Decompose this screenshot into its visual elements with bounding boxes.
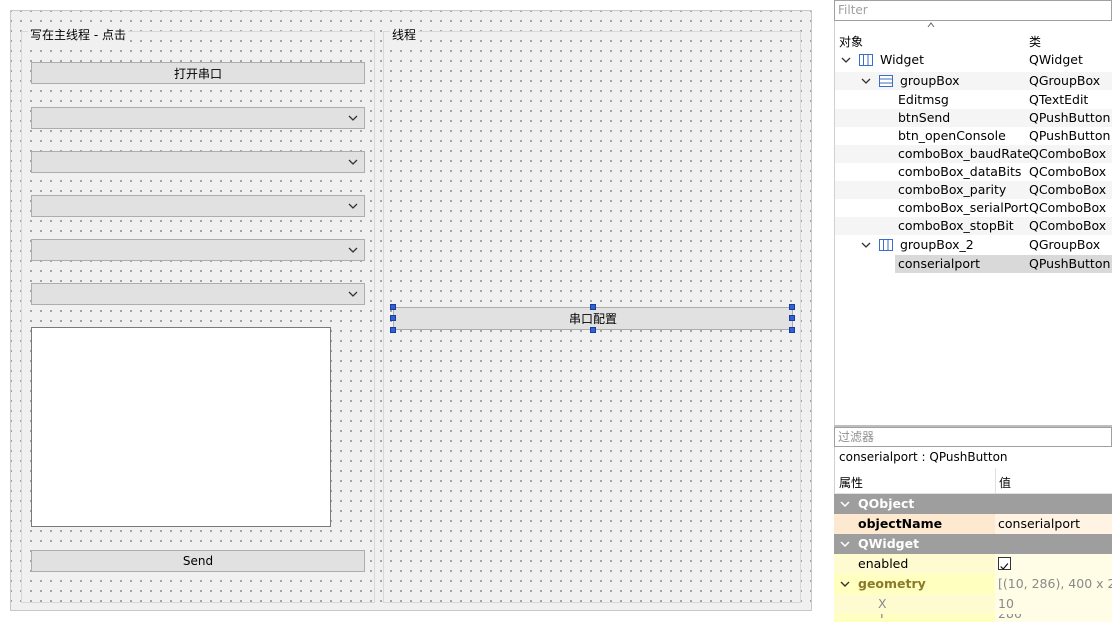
combobox-data-bits[interactable] (31, 195, 365, 217)
resize-handle[interactable] (390, 327, 396, 333)
chevron-down-icon[interactable] (840, 499, 850, 509)
combobox-serial-port[interactable] (31, 107, 365, 129)
property-geometry-x[interactable]: X 10 (834, 594, 1112, 614)
property-geometry[interactable]: geometry [(10, 286), 400 x 24] (834, 574, 1112, 594)
sort-ascending-icon (927, 22, 935, 28)
resize-handle[interactable] (590, 327, 596, 333)
tree-item-editmsg[interactable]: Editmsg QTextEdit (835, 91, 1112, 109)
object-tree-header: 对象 类 (834, 21, 1112, 51)
groupbox-title: 写在主线程 - 点击 (28, 26, 128, 43)
resize-handle[interactable] (390, 315, 396, 321)
column-property[interactable]: 属性 (839, 474, 863, 491)
resize-handle[interactable] (590, 304, 596, 310)
hbox-layout-icon (859, 54, 873, 66)
property-enabled[interactable]: enabled (834, 554, 1112, 574)
enabled-checkbox[interactable] (998, 557, 1011, 570)
tree-item-btnsend[interactable]: btnSend QPushButton (835, 109, 1112, 127)
property-objectname[interactable]: objectName conserialport (834, 514, 1112, 534)
tree-item-conserialport[interactable]: conserialport QPushButton (835, 255, 1112, 273)
chevron-down-icon (348, 247, 358, 253)
geometry-y-value[interactable]: 286 (998, 614, 1022, 622)
property-geometry-y[interactable]: Y 286 (834, 614, 1112, 622)
combobox-stop-bit[interactable] (31, 283, 365, 305)
tree-item-combobox-databits[interactable]: comboBox_dataBits QComboBox (835, 163, 1112, 181)
editmsg-text-edit[interactable] (31, 327, 331, 527)
column-value[interactable]: 值 (999, 474, 1011, 491)
property-filter-input[interactable]: 过滤器 (834, 427, 1112, 447)
column-object[interactable]: 对象 (839, 33, 863, 50)
tree-item-groupbox-2[interactable]: groupBox_2 QGroupBox (835, 236, 1112, 254)
combobox-parity[interactable] (31, 239, 365, 261)
tree-item-combobox-stopbit[interactable]: comboBox_stopBit QComboBox (835, 217, 1112, 235)
chevron-down-icon[interactable] (841, 55, 851, 65)
section-qwidget[interactable]: QWidget (834, 534, 1112, 554)
chevron-down-icon[interactable] (861, 240, 871, 250)
chevron-down-icon[interactable] (861, 76, 871, 86)
section-qobject[interactable]: QObject (834, 494, 1112, 514)
resize-handle[interactable] (789, 304, 795, 310)
chevron-down-icon (348, 159, 358, 165)
objectname-value[interactable]: conserialport (995, 514, 1112, 534)
chevron-down-icon[interactable] (840, 579, 850, 589)
chevron-down-icon (348, 115, 358, 121)
chevron-down-icon (348, 203, 358, 209)
checkmark-icon (1000, 563, 1009, 570)
object-tree: Widget QWidget groupBox QGroupBox Editms… (834, 51, 1112, 425)
resize-handle[interactable] (789, 327, 795, 333)
open-console-button[interactable]: 打开串口 (31, 62, 365, 84)
resize-handle[interactable] (390, 304, 396, 310)
geometry-value[interactable]: [(10, 286), 400 x 24] (998, 574, 1112, 594)
vbox-layout-icon (879, 75, 893, 87)
tree-item-combobox-serialport[interactable]: comboBox_serialPort QComboBox (835, 199, 1112, 217)
form-canvas[interactable]: 写在主线程 - 点击 线程 打开串口 Send 串口配置 (10, 10, 812, 611)
column-class[interactable]: 类 (1029, 33, 1041, 50)
tree-item-btn-openconsole[interactable]: btn_openConsole QPushButton (835, 127, 1112, 145)
tree-item-combobox-baudrate[interactable]: comboBox_baudRate QComboBox (835, 145, 1112, 163)
combobox-baud-rate[interactable] (31, 151, 365, 173)
chevron-down-icon (348, 291, 358, 297)
object-filter-input[interactable]: Filter (834, 0, 1112, 21)
resize-handle[interactable] (789, 315, 795, 321)
hbox-layout-icon (879, 239, 893, 251)
tree-item-groupbox[interactable]: groupBox QGroupBox (835, 72, 1112, 90)
chevron-down-icon[interactable] (840, 539, 850, 549)
tree-item-widget[interactable]: Widget QWidget (835, 51, 1112, 69)
tree-item-combobox-parity[interactable]: comboBox_parity QComboBox (835, 181, 1112, 199)
property-editor-caption: conserialport : QPushButton (834, 447, 1112, 468)
property-table-header: 属性 值 (834, 468, 1112, 494)
send-button[interactable]: Send (31, 550, 365, 572)
groupbox-2-title: 线程 (390, 26, 419, 43)
geometry-x-value[interactable]: 10 (998, 594, 1014, 614)
